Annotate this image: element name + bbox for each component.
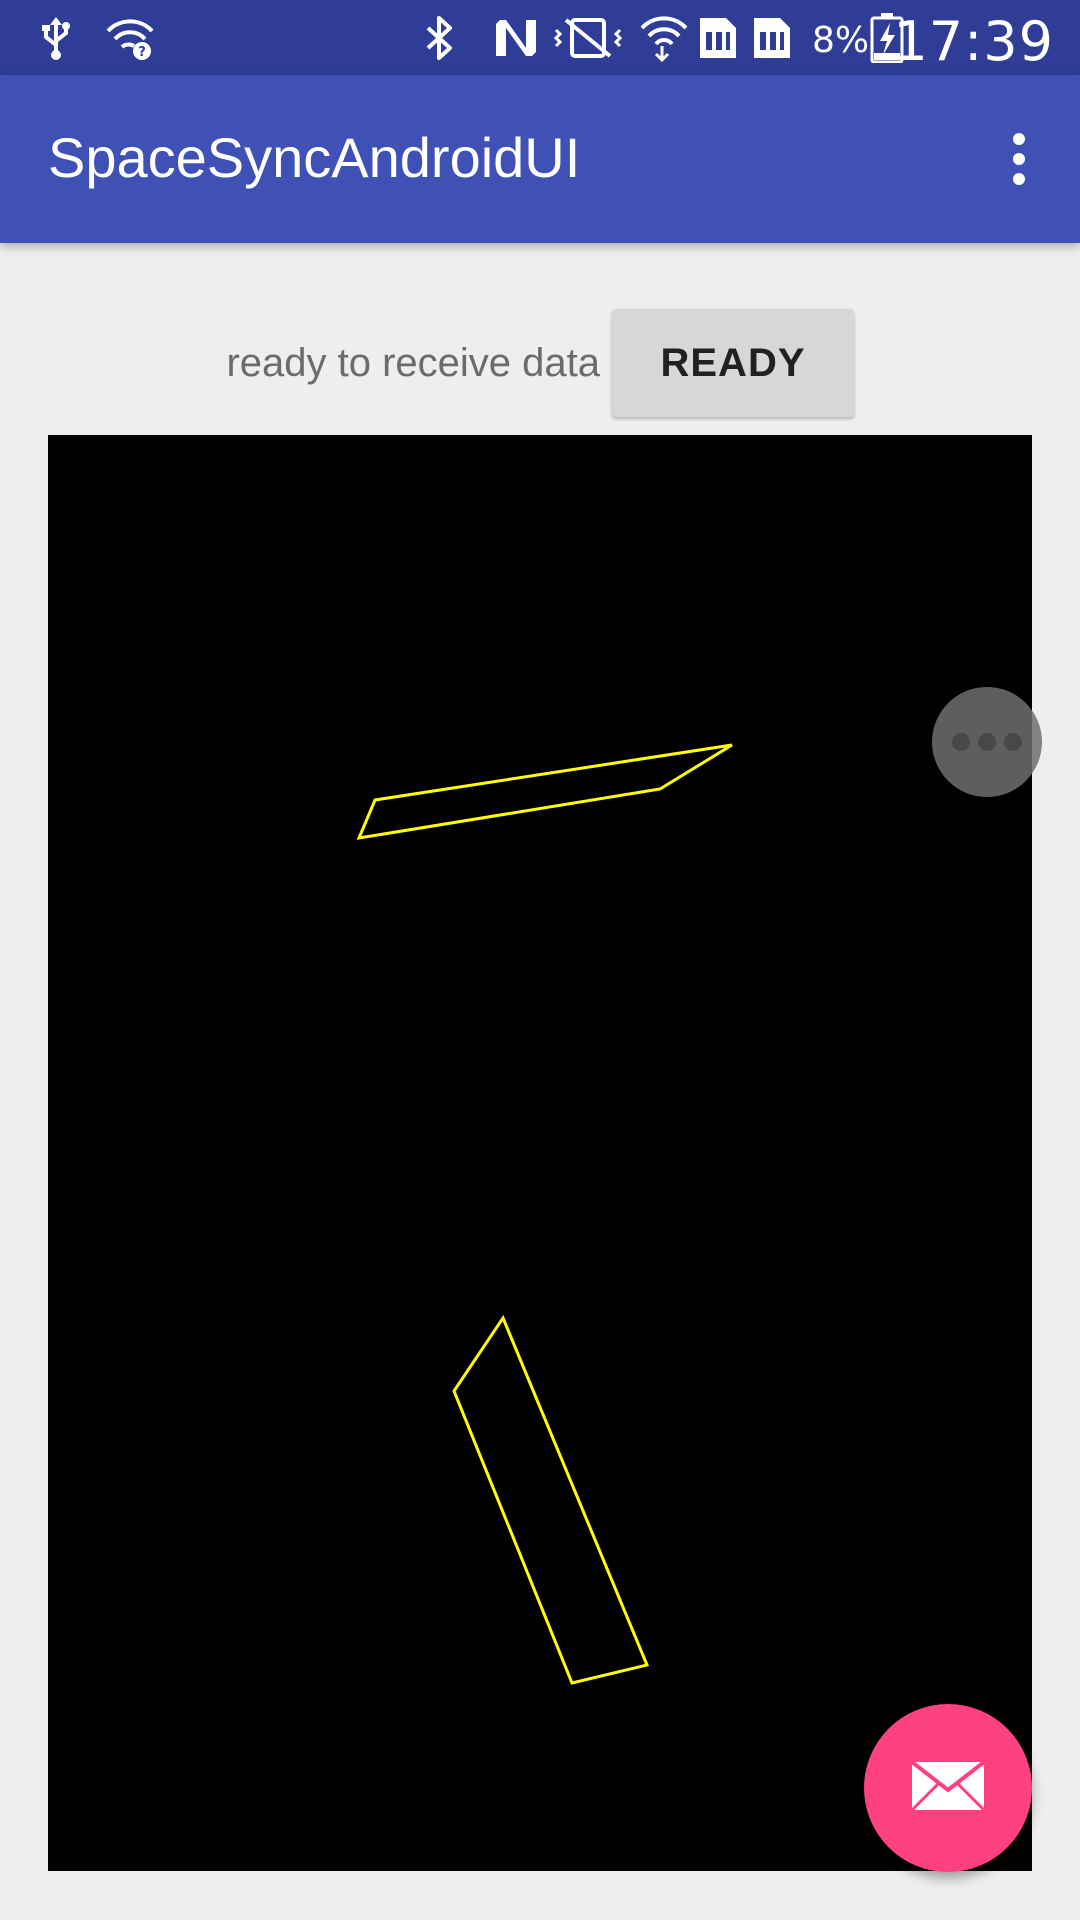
- shape-upper-parallelogram: [356, 743, 733, 840]
- status-bar: ? 8% 17:39: [0, 0, 1080, 75]
- sim2-icon: [750, 14, 794, 62]
- wifi-icon: [638, 14, 690, 62]
- fab-mail-button[interactable]: [864, 1704, 1032, 1872]
- ready-button[interactable]: READY: [612, 309, 854, 417]
- vibrate-icon: [552, 14, 624, 62]
- drawing-canvas[interactable]: [48, 435, 1032, 1871]
- status-row: ready to receive data READY: [0, 305, 1080, 417]
- app-bar: SpaceSyncAndroidUI: [0, 75, 1080, 243]
- app-title: SpaceSyncAndroidUI: [48, 126, 581, 189]
- sim1-icon: [696, 14, 740, 62]
- more-vert-icon[interactable]: [984, 123, 1054, 195]
- status-label: ready to receive data: [226, 341, 600, 385]
- battery-percent: 8%: [812, 20, 870, 61]
- nfc-icon: [492, 14, 540, 62]
- usb-icon: [36, 14, 76, 62]
- shape-lower-parallelogram: [452, 1314, 650, 1685]
- status-clock: 17:39: [893, 10, 1054, 73]
- svg-text:?: ?: [138, 45, 146, 60]
- mail-icon: [910, 1759, 986, 1817]
- more-horiz-icon[interactable]: [932, 687, 1042, 797]
- wifi-question-icon: ?: [104, 14, 156, 62]
- bluetooth-icon: [422, 14, 458, 62]
